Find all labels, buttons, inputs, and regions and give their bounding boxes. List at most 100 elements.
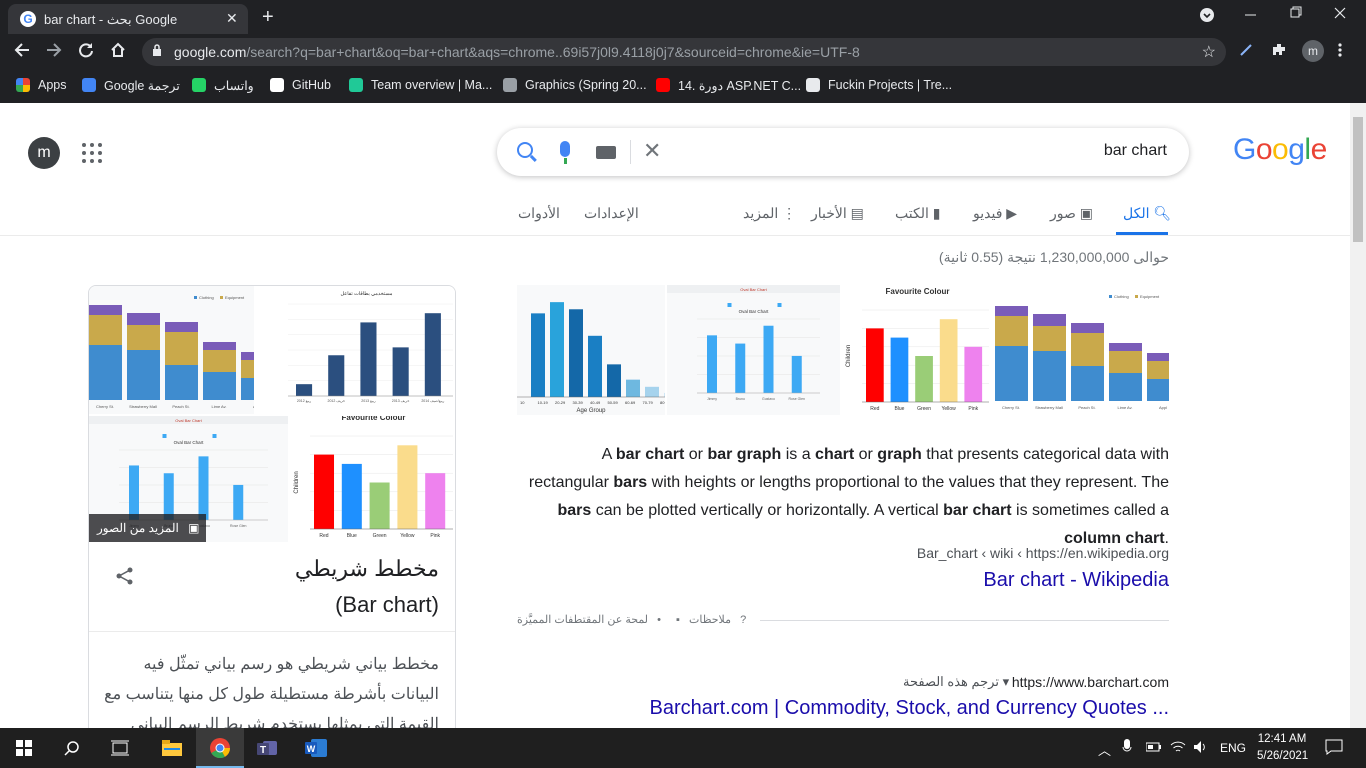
tab-books[interactable]: الكتب ▮ [895, 205, 940, 222]
bookmark-item[interactable]: 14. دورة ASP.NET C... [656, 76, 801, 94]
stack-segment [1109, 373, 1142, 401]
battery-icon[interactable] [1145, 742, 1162, 755]
bookmark-star-icon[interactable]: ☆ [1202, 42, 1216, 62]
fav-tick: Pink [430, 533, 440, 539]
forward-icon[interactable] [42, 42, 66, 63]
microphone-tray-icon[interactable] [1122, 739, 1132, 758]
featured-image-favourite-colour[interactable]: Favourite Colour Children Red Blue Green Yell… [842, 285, 993, 415]
stack-segment [1033, 326, 1066, 351]
browser-tab[interactable]: G bar chart - بحث Google ✕ [8, 4, 248, 34]
taskbar-search-icon[interactable] [48, 728, 96, 768]
wikipedia-result-link[interactable]: Bar chart - Wikipedia [983, 569, 1169, 592]
translate-page-link[interactable]: ترجم هذه الصفحة ▾ [903, 674, 1009, 690]
clock-time[interactable]: 12:41 AM [1257, 733, 1307, 745]
clear-search-icon[interactable]: ✕ [643, 138, 661, 164]
fav-tick: Red [870, 406, 879, 412]
bookmark-item[interactable]: Graphics (Spring 20... [503, 76, 647, 94]
url-text: google.com/search?q=bar+chart&oq=bar+cha… [174, 44, 860, 60]
feedback-link[interactable]: ملاحظات [689, 614, 731, 626]
more-vert-icon: ⋮ [782, 205, 797, 221]
arab-bar [392, 347, 409, 396]
keyboard-icon[interactable] [596, 146, 616, 159]
arab-tick: خريف 2013 [392, 399, 410, 403]
tab-all[interactable]: الكل 🔍︎ [1123, 205, 1171, 222]
profile-avatar[interactable]: m [1302, 40, 1324, 62]
share-icon[interactable] [115, 566, 135, 592]
minimize-icon[interactable] [1245, 6, 1257, 23]
start-windows-icon[interactable] [0, 728, 48, 768]
bookmark-item[interactable]: Team overview | Ma... [349, 76, 492, 94]
help-icon[interactable]: ? [740, 614, 746, 626]
bookmark-item[interactable]: Google ترجمة [82, 76, 180, 94]
tray-chevron-icon[interactable]: ︿ [1098, 740, 1111, 759]
news-icon: ▤ [850, 205, 864, 221]
stack-tick: Lime Av. [212, 404, 227, 409]
fav-bar [314, 454, 335, 529]
kp-image-arabic-chart[interactable]: مستخدمي بطاقات تفاعل ربيع 2012 خريف 2012 رب… [256, 286, 455, 414]
svg-text:T: T [260, 745, 266, 756]
tab-more-label: المزيد [743, 205, 779, 221]
arab-bar [328, 355, 345, 396]
bookmark-item[interactable]: Apps [16, 76, 67, 94]
oval-title: Oval Bar Chart [174, 440, 205, 445]
bookmark-item[interactable]: Fuckin Projects | Tre... [806, 76, 952, 94]
bookmark-item[interactable]: واتساب [192, 76, 254, 94]
feedback-icon[interactable]: ▪ [676, 614, 680, 626]
language-indicator[interactable]: ENG [1220, 741, 1246, 755]
task-view-icon[interactable] [96, 728, 144, 768]
bookmark-label: واتساب [214, 78, 254, 93]
page-scrollbar[interactable] [1350, 103, 1366, 728]
search-input[interactable]: bar chart [1104, 142, 1167, 160]
scrollbar-thumb[interactable] [1353, 117, 1363, 242]
word-taskbar-icon[interactable]: W [292, 728, 340, 768]
logo-letter: e [1310, 133, 1328, 166]
fav-tick: Blue [894, 406, 904, 412]
volume-icon[interactable] [1193, 740, 1209, 757]
wifi-icon[interactable] [1170, 740, 1186, 757]
google-logo[interactable]: Google [1233, 133, 1327, 167]
microphone-icon[interactable] [560, 141, 570, 157]
age-tick: 40-49 [590, 400, 601, 405]
tab-news[interactable]: الأخبار ▤ [811, 205, 864, 222]
close-window-icon[interactable] [1334, 6, 1346, 23]
featured-image-oval-chart[interactable]: Oval Bar Chart Oval Bar Chart Jimmy Bruno Gu… [667, 285, 840, 415]
home-icon[interactable] [106, 42, 130, 63]
browser-menu-icon[interactable] [1338, 42, 1342, 62]
teams-taskbar-icon[interactable]: T [244, 728, 292, 768]
tab-videos[interactable]: فيديو ▶ [973, 205, 1017, 222]
featured-image-age-group[interactable]: 10 10-19 20-29 30-39 40-49 50-59 60-69 70-79 80+… [517, 285, 665, 415]
featured-image-stacked-bars[interactable]: Clothing Equipment Cherry St. Strawberry Ma… [995, 285, 1169, 415]
tab-settings[interactable]: الإعدادات [584, 205, 639, 222]
feedback-divider [760, 620, 1169, 621]
chrome-taskbar-icon[interactable] [196, 728, 244, 768]
bookmark-item[interactable]: GitHub [270, 76, 331, 94]
notifications-icon[interactable] [1325, 739, 1343, 758]
tab-more[interactable]: المزيد ⋮ [743, 205, 796, 222]
tab-search-icon[interactable] [1200, 8, 1214, 25]
new-tab-button[interactable]: + [262, 6, 274, 29]
oval-bar [163, 473, 174, 520]
pen-extension-icon[interactable] [1238, 42, 1254, 62]
address-bar[interactable]: google.com/search?q=bar+chart&oq=bar+cha… [142, 38, 1226, 66]
reload-icon[interactable] [74, 42, 98, 63]
stack-segment [89, 305, 122, 315]
kp-image-stacked[interactable]: Clothing Equipment Cherry St. Strawberry Ma… [89, 286, 254, 414]
clock-date[interactable]: 5/26/2021 [1257, 750, 1308, 762]
kp-image-favourite-colour[interactable]: Favourite Colour Children Red Blue Green Yell… [290, 416, 455, 542]
google-account-avatar[interactable]: m [28, 137, 60, 169]
barchart-result-link[interactable]: Barchart.com | Commodity, Stock, and Cur… [650, 697, 1169, 720]
google-apps-icon[interactable] [82, 143, 102, 163]
more-images-button[interactable]: المزيد من الصور ▣ [89, 514, 206, 542]
back-icon[interactable] [10, 42, 34, 63]
tab-close-button[interactable]: ✕ [226, 10, 238, 27]
arab-tick: خريف 2012 [328, 399, 346, 403]
restore-icon[interactable] [1290, 6, 1302, 23]
tab-tools[interactable]: الأدوات [518, 205, 560, 222]
about-snippets-link[interactable]: لمحة عن المقتطفات المميَّزة [517, 614, 648, 626]
search-box[interactable]: ✕ bar chart [497, 128, 1189, 176]
tab-images[interactable]: صور ▣ [1050, 205, 1093, 222]
stack-segment [1109, 351, 1142, 373]
arab-bar [296, 384, 313, 396]
extensions-puzzle-icon[interactable] [1271, 42, 1287, 62]
file-explorer-icon[interactable] [148, 728, 196, 768]
